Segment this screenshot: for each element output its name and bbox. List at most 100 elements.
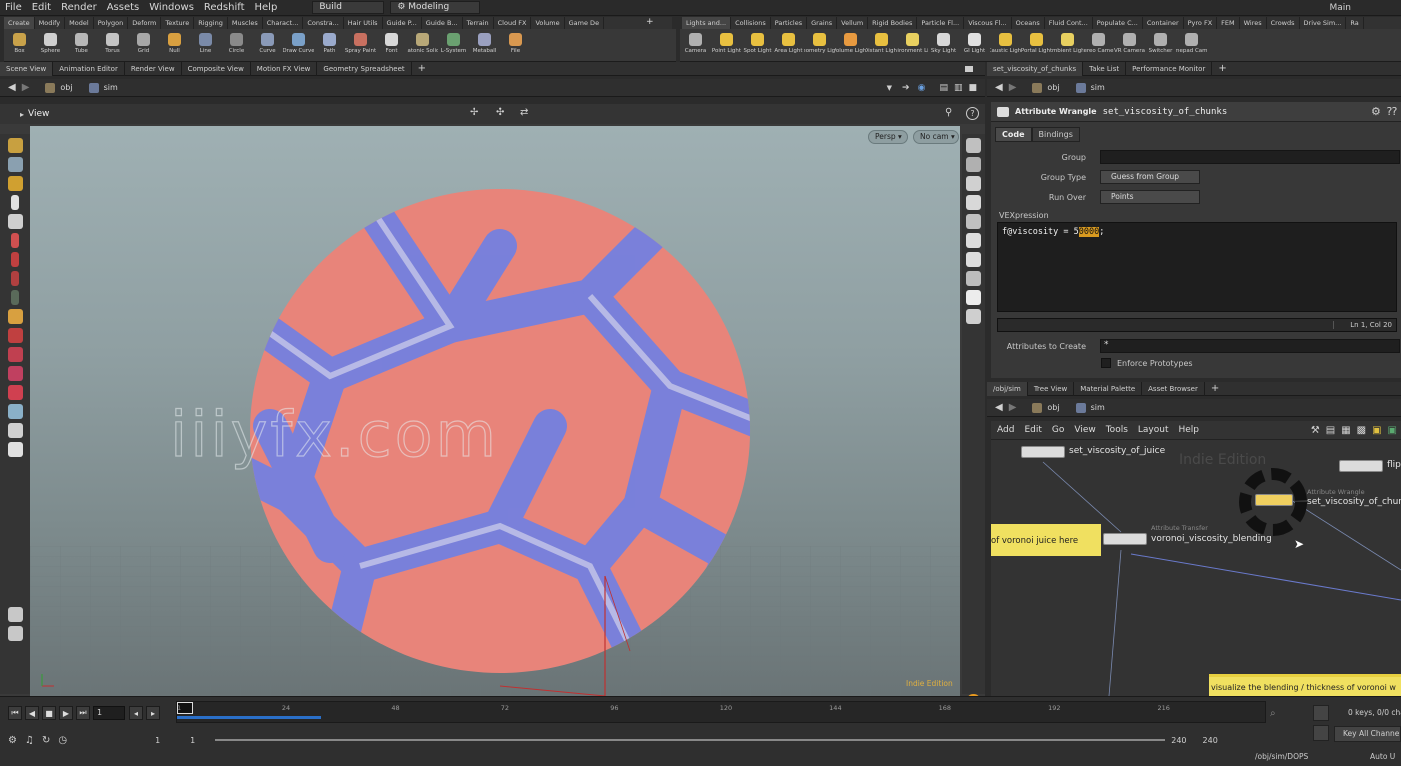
viewport-menu-icon[interactable]: ▤ [939, 83, 948, 93]
lightbulb-icon[interactable] [966, 233, 981, 248]
display-icon[interactable] [8, 626, 23, 641]
select-arrow-icon[interactable] [11, 195, 19, 210]
shelf-tool-distant-light[interactable]: Distant Light [866, 30, 897, 61]
shelf-tool-tube[interactable]: Tube [66, 30, 97, 61]
split-icon[interactable]: ▥ [954, 83, 963, 93]
shelf-tool-camera[interactable]: Camera [680, 30, 711, 61]
shelf-tool-ambient-light[interactable]: Ambient Light [1052, 30, 1083, 61]
tab-scene-view[interactable]: Scene View [0, 61, 54, 76]
shelf-tab-collisions[interactable]: Collisions [731, 17, 771, 29]
grid-display-icon[interactable] [966, 271, 981, 286]
shelf-tab-pyro-fx[interactable]: Pyro FX [1184, 17, 1218, 29]
shelf-tool-gi-light[interactable]: GI Light [959, 30, 990, 61]
view-menu-icon[interactable]: ▸ [20, 110, 24, 119]
start-frame-field-2[interactable]: 1 [190, 736, 195, 745]
scale-tool-icon[interactable] [11, 271, 19, 286]
shelf-tab-modify[interactable]: Modify [35, 17, 66, 29]
fullscreen-icon[interactable]: ■ [968, 83, 977, 93]
audio-icon[interactable]: ♫ [25, 735, 34, 746]
back-arrow-icon[interactable]: ◀ [8, 82, 16, 93]
end-frame-field[interactable]: 240 [1171, 736, 1186, 745]
select-mode-icon[interactable]: ✢ [470, 107, 478, 118]
network-menu-layout[interactable]: Layout [1138, 425, 1169, 435]
shelf-tab-muscles[interactable]: Muscles [228, 17, 263, 29]
network-grid-icon[interactable]: ▩ [1357, 425, 1366, 436]
node-set-viscosity-of-chunks[interactable] [1255, 494, 1293, 506]
shelf-tab-container[interactable]: Container [1143, 17, 1184, 29]
network-list-icon[interactable]: ▦ [1341, 425, 1350, 436]
network-menu-add[interactable]: Add [997, 425, 1014, 435]
run-over-select[interactable]: Points [1100, 190, 1200, 204]
shelf-tab-particle-fl[interactable]: Particle Fl... [917, 17, 965, 29]
stop-button[interactable]: ■ [42, 706, 56, 720]
pose-tool-icon[interactable] [11, 290, 19, 305]
shelf-tool-grid[interactable]: Grid [128, 30, 159, 61]
shelf-tool-circle[interactable]: Circle [221, 30, 252, 61]
play-forward-button[interactable]: ▶ [59, 706, 73, 720]
node-flip[interactable] [1339, 460, 1383, 472]
shelf-tool-vr-camera[interactable]: VR Camera [1114, 30, 1145, 61]
shelf-tab-hair-utils[interactable]: Hair Utils [344, 17, 383, 29]
shelf-tab-wires[interactable]: Wires [1240, 17, 1267, 29]
shelf-tool-file[interactable]: File [500, 30, 531, 61]
shelf-tab-volume[interactable]: Volume [531, 17, 565, 29]
jump-start-button[interactable]: ⏮ [8, 706, 22, 720]
keyframe-icon[interactable] [1313, 705, 1329, 721]
shelf-tool-area-light[interactable]: Area Light [773, 30, 804, 61]
key-all-channels-button[interactable]: Key All Channels [1334, 726, 1401, 742]
auto-update-label[interactable]: Auto U [1370, 752, 1395, 761]
desktop-dropdown[interactable]: Build [312, 1, 385, 14]
shelf-tool-sky-light[interactable]: Sky Light [928, 30, 959, 61]
shelf-tool-sphere[interactable]: Sphere [35, 30, 66, 61]
shelf-tab-charact[interactable]: Charact... [263, 17, 304, 29]
network-menu-tools[interactable]: Tools [1106, 425, 1128, 435]
ghost-icon[interactable] [966, 214, 981, 229]
vex-code-editor[interactable]: f@viscosity = 50000; [997, 222, 1397, 312]
shelf-tool-metaball[interactable]: Metaball [469, 30, 500, 61]
frame-field[interactable]: 1 [93, 706, 125, 720]
tab-code[interactable]: Code [995, 126, 1032, 142]
param-back-icon[interactable]: ◀ [995, 82, 1003, 93]
menu-windows[interactable]: Windows [144, 0, 199, 15]
shelf-tool-path[interactable]: Path [314, 30, 345, 61]
end-frame-field-2[interactable]: 240 [1203, 736, 1218, 745]
menu-render[interactable]: Render [56, 0, 102, 15]
tab-geometry-spreadsheet[interactable]: Geometry Spreadsheet [317, 61, 412, 76]
shelf-tab-texture[interactable]: Texture [161, 17, 195, 29]
persp-menu[interactable]: Persp ▾ [868, 130, 908, 144]
network-forward-icon[interactable]: ▶ [1009, 402, 1017, 413]
pane-maximize-icon[interactable] [965, 65, 973, 72]
path-segment-obj[interactable]: obj [37, 82, 80, 93]
network-menu-view[interactable]: View [1074, 425, 1095, 435]
shelf-tool-environment-light[interactable]: Environment Light [897, 30, 928, 61]
add-network-tab-icon[interactable]: + [1211, 383, 1219, 394]
shelf-tab-model[interactable]: Model [65, 17, 94, 29]
node-set-viscosity-of-juice[interactable] [1021, 446, 1065, 458]
camera-lock-icon[interactable] [966, 176, 981, 191]
tab-bindings[interactable]: Bindings [1031, 126, 1080, 142]
shelf-tool-line[interactable]: Line [190, 30, 221, 61]
move-tool-icon[interactable] [11, 233, 19, 248]
network-menu-help[interactable]: Help [1179, 425, 1200, 435]
menu-edit[interactable]: Edit [27, 0, 56, 15]
shelf-tool-torus[interactable]: Torus [97, 30, 128, 61]
shelf-tool-switcher[interactable]: Switcher [1145, 30, 1176, 61]
viewport-canvas[interactable]: iiiyfx.com Persp ▾ No cam ▾ Indie Editio… [30, 126, 960, 696]
shelf-tool-stereo-camera[interactable]: Stereo Camera [1083, 30, 1114, 61]
sticky-note-juice[interactable]: of voronoi juice here [991, 524, 1101, 556]
start-frame-field[interactable]: 1 [155, 736, 160, 745]
sink-icon[interactable] [8, 442, 23, 457]
shelf-tab-constra[interactable]: Constra... [303, 17, 344, 29]
shelf-tab-ra[interactable]: Ra [1346, 17, 1364, 29]
timeline-ruler[interactable]: 1 24 48 72 96 120 144 168 192 216 [176, 701, 1266, 723]
range-slider[interactable] [215, 739, 1166, 741]
transform-mode-icon[interactable]: ✣ [496, 107, 504, 118]
network-layout-icon[interactable]: ▣ [1372, 425, 1381, 436]
param-forward-icon[interactable]: ▶ [1009, 82, 1017, 93]
menu-assets[interactable]: Assets [102, 0, 145, 15]
tab-animation-editor[interactable]: Animation Editor [53, 61, 125, 76]
rotate-tool-icon[interactable] [11, 252, 19, 267]
channel-list-icon[interactable] [1313, 725, 1329, 741]
path-dropdown-icon[interactable]: ▼ [887, 84, 892, 92]
jump-end-button[interactable]: ⏭ [76, 706, 90, 720]
